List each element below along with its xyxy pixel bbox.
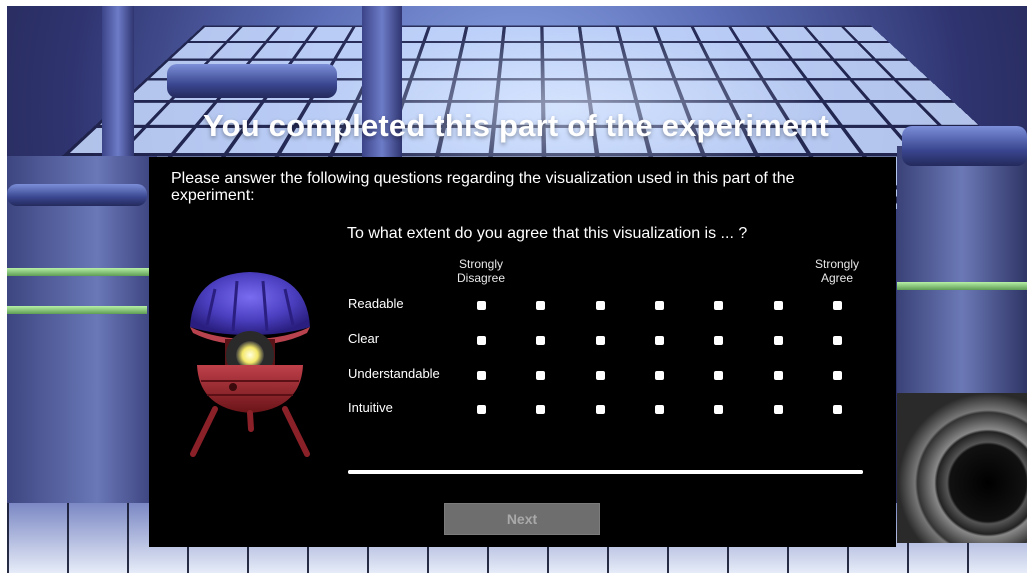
checkbox-understandable-5[interactable] bbox=[714, 371, 723, 380]
next-button[interactable]: Next bbox=[444, 503, 600, 535]
checkbox-clear-6[interactable] bbox=[774, 336, 783, 345]
checkbox-clear-7[interactable] bbox=[833, 336, 842, 345]
pipe-left bbox=[7, 184, 147, 206]
checkbox-intuitive-7[interactable] bbox=[833, 405, 842, 414]
row-label-readable: Readable bbox=[348, 296, 404, 311]
checkbox-intuitive-2[interactable] bbox=[536, 405, 545, 414]
checkbox-readable-5[interactable] bbox=[714, 301, 723, 310]
checkbox-clear-4[interactable] bbox=[655, 336, 664, 345]
green-rail-left-lower bbox=[7, 306, 147, 314]
questionnaire-panel: Please answer the following questions re… bbox=[149, 157, 896, 547]
checkbox-intuitive-1[interactable] bbox=[477, 405, 486, 414]
green-rail-right bbox=[897, 282, 1027, 290]
page-title: You completed this part of the experimen… bbox=[203, 108, 829, 143]
checkbox-clear-5[interactable] bbox=[714, 336, 723, 345]
checkbox-intuitive-3[interactable] bbox=[596, 405, 605, 414]
pipe-upper-left bbox=[167, 64, 337, 98]
checkbox-readable-1[interactable] bbox=[477, 301, 486, 310]
question-text: To what extent do you agree that this vi… bbox=[347, 225, 748, 242]
scale-high-line2: Agree bbox=[820, 271, 854, 285]
checkbox-readable-2[interactable] bbox=[536, 301, 545, 310]
checkbox-readable-6[interactable] bbox=[774, 301, 783, 310]
checkbox-readable-4[interactable] bbox=[655, 301, 664, 310]
checkbox-readable-3[interactable] bbox=[596, 301, 605, 310]
checkbox-intuitive-6[interactable] bbox=[774, 405, 783, 414]
checkbox-readable-7[interactable] bbox=[833, 301, 842, 310]
scale-label-strongly-agree: Strongly Agree bbox=[802, 257, 872, 285]
progress-bar bbox=[348, 470, 863, 474]
pillar-center bbox=[362, 6, 402, 176]
scale-low-line2: Disagree bbox=[456, 271, 506, 285]
green-rail-left bbox=[7, 268, 152, 276]
checkbox-understandable-6[interactable] bbox=[774, 371, 783, 380]
checkbox-intuitive-5[interactable] bbox=[714, 405, 723, 414]
scale-high-line1: Strongly bbox=[814, 257, 860, 271]
row-label-intuitive: Intuitive bbox=[348, 400, 393, 415]
scale-low-line1: Strongly bbox=[458, 257, 504, 271]
checkbox-understandable-2[interactable] bbox=[536, 371, 545, 380]
row-label-understandable: Understandable bbox=[348, 366, 440, 381]
checkbox-clear-3[interactable] bbox=[596, 336, 605, 345]
checkbox-understandable-1[interactable] bbox=[477, 371, 486, 380]
checkbox-understandable-7[interactable] bbox=[833, 371, 842, 380]
robot-visualization-image bbox=[190, 272, 310, 457]
checkbox-clear-1[interactable] bbox=[477, 336, 486, 345]
checkbox-understandable-4[interactable] bbox=[655, 371, 664, 380]
progress-bar-fill bbox=[348, 470, 863, 474]
checkbox-intuitive-4[interactable] bbox=[655, 405, 664, 414]
row-label-clear: Clear bbox=[348, 331, 380, 346]
wall-left bbox=[7, 156, 157, 516]
checkbox-clear-2[interactable] bbox=[536, 336, 545, 345]
scale-label-strongly-disagree: Strongly Disagree bbox=[446, 257, 516, 285]
checkbox-understandable-3[interactable] bbox=[596, 371, 605, 380]
intro-text: Please answer the following questions re… bbox=[171, 170, 795, 204]
tunnel bbox=[897, 393, 1027, 543]
